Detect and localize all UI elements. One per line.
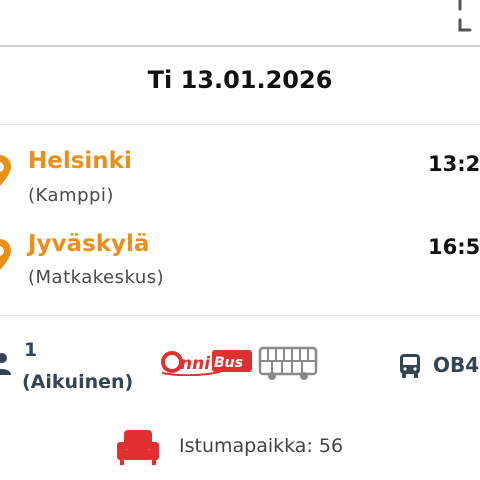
arrival-location-pin-icon <box>0 239 11 270</box>
svg-text:Bus: Bus <box>214 355 243 371</box>
svg-text:nni: nni <box>180 354 211 374</box>
divider <box>0 315 480 316</box>
passenger-icon <box>0 353 11 375</box>
passenger-type: (Aikuinen) <box>22 371 134 393</box>
departure-station: (Kamppi) <box>28 185 114 206</box>
ticket-screen: Ti 13.01.2026 Helsinki (Kamppi) 13:2 Jyv… <box>0 0 480 480</box>
header-divider <box>0 45 480 47</box>
fullscreen-corner-icon[interactable] <box>456 0 476 34</box>
seat-icon <box>117 430 159 465</box>
departure-location-pin-icon <box>0 155 11 186</box>
departure-city: Helsinki <box>28 148 132 174</box>
passenger-count: 1 <box>24 339 38 361</box>
divider <box>0 124 480 125</box>
arrival-city: Jyväskylä <box>28 231 150 257</box>
seat-number: Istumapaikka: 56 <box>179 435 344 457</box>
bus-front-icon <box>400 354 420 378</box>
arrival-station: (Matkakeskus) <box>28 267 165 288</box>
arrival-time: 16:5 <box>428 235 480 259</box>
double-decker-bus-icon <box>258 346 318 380</box>
onnibus-logo: nni Bus <box>161 350 252 376</box>
departure-time: 13:2 <box>428 152 480 176</box>
vehicle-code: OB4 <box>433 353 480 377</box>
trip-date: Ti 13.01.2026 <box>147 66 333 94</box>
